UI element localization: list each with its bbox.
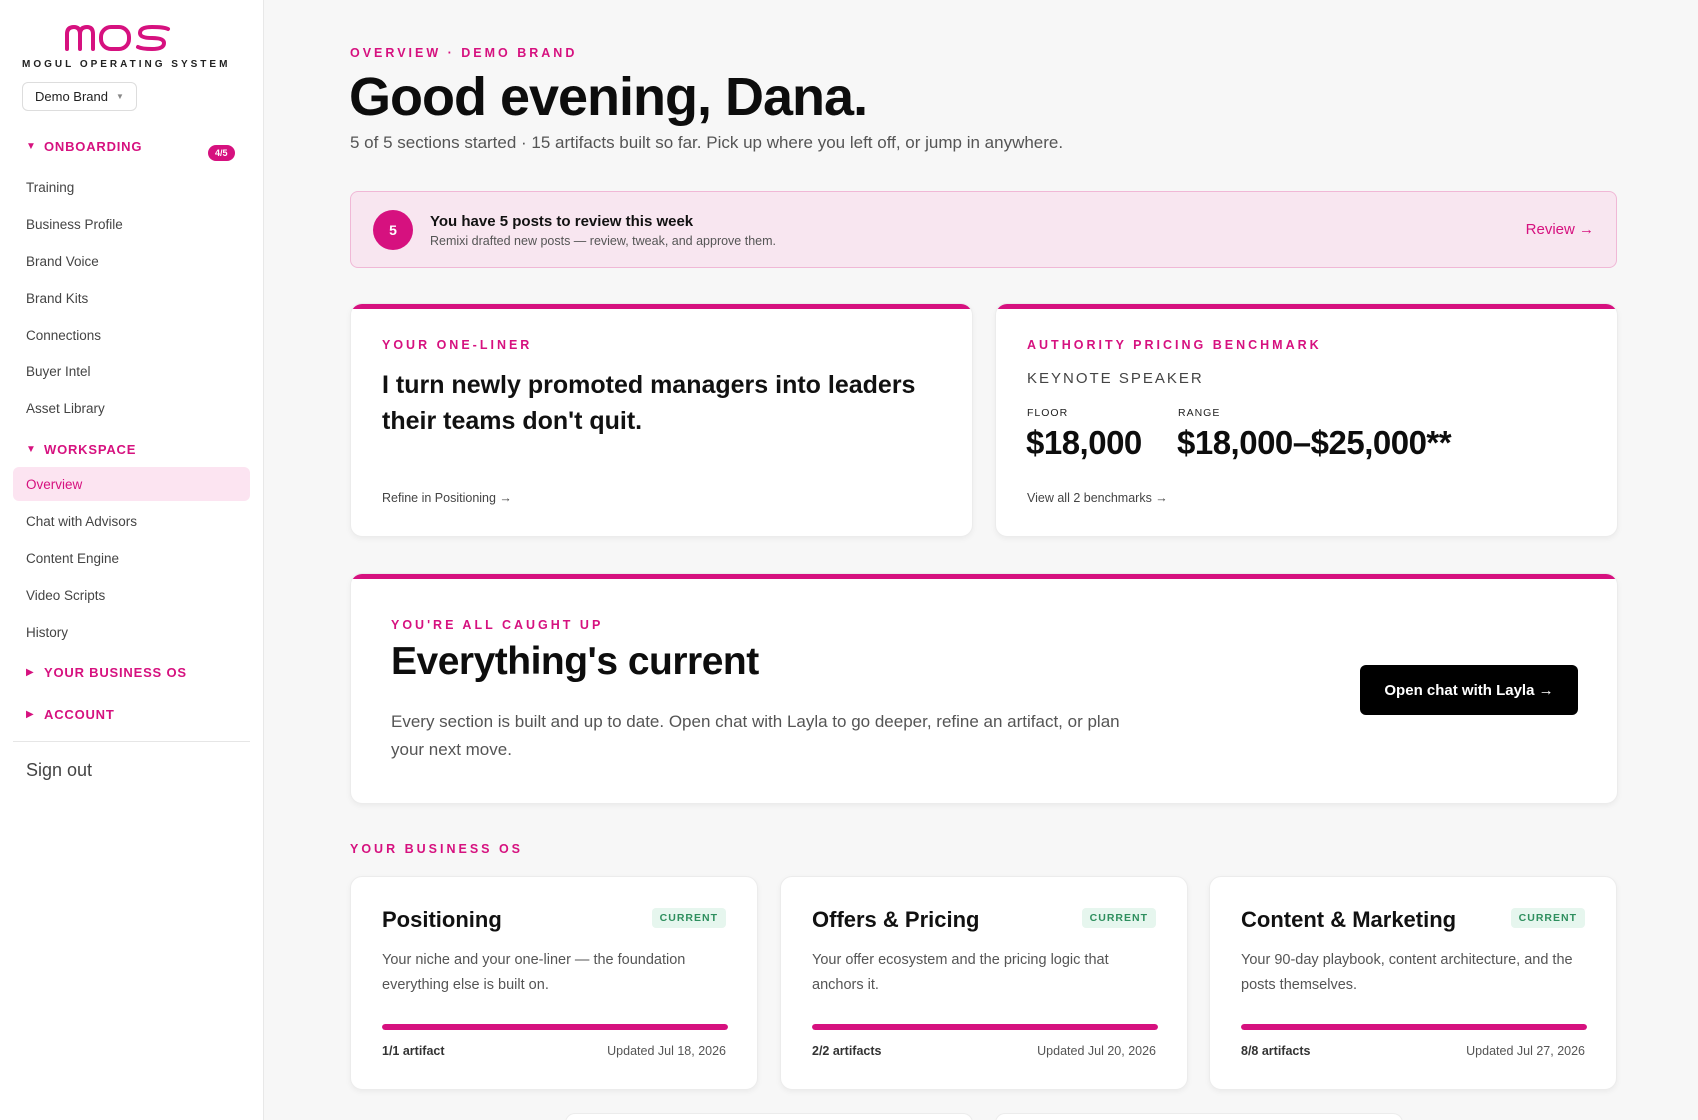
- os-card-description: Your niche and your one-liner — the foun…: [382, 952, 686, 993]
- progress-bar: [1241, 1024, 1587, 1030]
- os-card-offers-pricing[interactable]: Offers & Pricing CURRENT Your offer ecos…: [780, 876, 1188, 1090]
- progress-bar: [382, 1024, 728, 1030]
- section-workspace[interactable]: ▼ WORKSPACE: [26, 442, 136, 457]
- logo-subtitle: MOGUL OPERATING SYSTEM: [22, 59, 231, 70]
- brand-selector-label: Demo Brand: [35, 89, 108, 104]
- pricing-benchmark-card: AUTHORITY PRICING BENCHMARK KEYNOTE SPEA…: [995, 303, 1618, 537]
- refine-positioning-link[interactable]: Refine in Positioning →: [382, 491, 512, 505]
- section-account-label: ACCOUNT: [44, 707, 115, 722]
- chevron-down-icon: ▼: [115, 92, 124, 101]
- caught-up-card: YOU'RE ALL CAUGHT UP Everything's curren…: [350, 573, 1618, 804]
- progress-bar: [812, 1024, 1158, 1030]
- os-card-next-row[interactable]: [565, 1113, 973, 1120]
- pricing-role: KEYNOTE SPEAKER: [1027, 370, 1204, 387]
- os-card-next-row[interactable]: [995, 1113, 1403, 1120]
- floor-value: $18,000: [1026, 424, 1142, 461]
- sidebar-divider: [13, 741, 250, 742]
- artifact-count: 1/1 artifact: [382, 1044, 445, 1058]
- os-card-title: Positioning: [382, 907, 502, 932]
- pricing-eyebrow: AUTHORITY PRICING BENCHMARK: [1027, 338, 1322, 352]
- sidebar-item-overview[interactable]: Overview: [13, 467, 250, 501]
- sidebar-item-connections[interactable]: Connections: [13, 318, 250, 352]
- review-count-badge: 5: [373, 210, 413, 250]
- one-liner-card: YOUR ONE-LINER I turn newly promoted man…: [350, 303, 973, 537]
- os-card-positioning[interactable]: Positioning CURRENT Your niche and your …: [350, 876, 758, 1090]
- status-badge: CURRENT: [1081, 908, 1156, 928]
- updated-date: Updated Jul 20, 2026: [1037, 1044, 1156, 1058]
- progress-bar-fill: [1241, 1024, 1587, 1030]
- range-label: RANGE: [1178, 407, 1221, 419]
- triangle-right-icon: ▶: [26, 667, 35, 678]
- sidebar-item-buyer-intel[interactable]: Buyer Intel: [13, 354, 250, 388]
- triangle-down-icon: ▼: [26, 444, 37, 455]
- section-business-os[interactable]: ▶ YOUR BUSINESS OS: [26, 665, 187, 680]
- status-badge: CURRENT: [651, 908, 726, 928]
- sidebar-item-chat-with-advisors[interactable]: Chat with Advisors: [13, 504, 250, 538]
- sidebar-item-history[interactable]: History: [13, 615, 250, 649]
- sidebar-item-training[interactable]: Training: [13, 170, 250, 204]
- sidebar-item-asset-library[interactable]: Asset Library: [13, 391, 250, 425]
- brand-selector[interactable]: Demo Brand ▼: [22, 82, 137, 111]
- os-card-title: Content & Marketing: [1241, 907, 1457, 932]
- sidebar-item-video-scripts[interactable]: Video Scripts: [13, 578, 250, 612]
- section-onboarding[interactable]: ▼ ONBOARDING: [26, 139, 142, 154]
- card-accent-bar: [996, 304, 1617, 309]
- floor-label: FLOOR: [1027, 407, 1069, 419]
- caught-up-body: Every section is built and up to date. O…: [391, 712, 1120, 759]
- page-title: Good evening, Dana.: [349, 67, 868, 127]
- progress-bar-fill: [382, 1024, 728, 1030]
- sidebar-item-brand-voice[interactable]: Brand Voice: [13, 244, 250, 278]
- section-onboarding-label: ONBOARDING: [44, 139, 143, 154]
- card-accent-bar: [351, 304, 972, 309]
- os-card-description: Your offer ecosystem and the pricing log…: [812, 952, 1109, 993]
- view-benchmarks-link[interactable]: View all 2 benchmarks →: [1027, 491, 1168, 505]
- sidebar: MOGUL OPERATING SYSTEM Demo Brand ▼ ▼ ON…: [0, 0, 264, 1120]
- business-os-eyebrow: YOUR BUSINESS OS: [350, 842, 524, 856]
- page-eyebrow: OVERVIEW · DEMO BRAND: [350, 46, 578, 60]
- artifact-count: 2/2 artifacts: [812, 1044, 882, 1058]
- os-card-title: Offers & Pricing: [812, 907, 980, 932]
- updated-date: Updated Jul 18, 2026: [607, 1044, 726, 1058]
- section-account[interactable]: ▶ ACCOUNT: [26, 707, 115, 722]
- range-value: $18,000–$25,000**: [1177, 424, 1452, 461]
- updated-date: Updated Jul 27, 2026: [1466, 1044, 1585, 1058]
- card-accent-bar: [351, 574, 1617, 579]
- caught-up-title: Everything's current: [391, 640, 759, 683]
- one-liner-eyebrow: YOUR ONE-LINER: [382, 338, 533, 352]
- status-badge: CURRENT: [1510, 908, 1585, 928]
- sidebar-item-content-engine[interactable]: Content Engine: [13, 541, 250, 575]
- one-liner-text: I turn newly promoted managers into lead…: [382, 371, 916, 435]
- artifact-count: 8/8 artifacts: [1241, 1044, 1311, 1058]
- review-banner-subtitle: Remixi drafted new posts — review, tweak…: [430, 234, 776, 248]
- progress-bar-fill: [812, 1024, 1158, 1030]
- review-link[interactable]: Review →: [1526, 221, 1594, 238]
- sign-out-link[interactable]: Sign out: [26, 760, 92, 781]
- open-chat-button[interactable]: Open chat with Layla →: [1360, 665, 1578, 715]
- sidebar-item-business-profile[interactable]: Business Profile: [13, 207, 250, 241]
- caught-up-eyebrow: YOU'RE ALL CAUGHT UP: [391, 618, 604, 632]
- review-banner: 5 You have 5 posts to review this week R…: [350, 191, 1617, 268]
- onboarding-progress-badge: 4/5: [208, 145, 235, 161]
- os-card-description: Your 90-day playbook, content architectu…: [1241, 952, 1573, 993]
- triangle-right-icon: ▶: [26, 709, 35, 720]
- os-card-content-marketing[interactable]: Content & Marketing CURRENT Your 90-day …: [1209, 876, 1617, 1090]
- section-business-os-label: YOUR BUSINESS OS: [44, 665, 187, 680]
- sidebar-item-brand-kits[interactable]: Brand Kits: [13, 281, 250, 315]
- triangle-down-icon: ▼: [26, 141, 37, 152]
- section-workspace-label: WORKSPACE: [44, 442, 137, 457]
- page-subtitle: 5 of 5 sections started · 15 artifacts b…: [350, 133, 1064, 152]
- review-banner-title: You have 5 posts to review this week: [430, 213, 694, 230]
- mos-logo[interactable]: [64, 22, 174, 52]
